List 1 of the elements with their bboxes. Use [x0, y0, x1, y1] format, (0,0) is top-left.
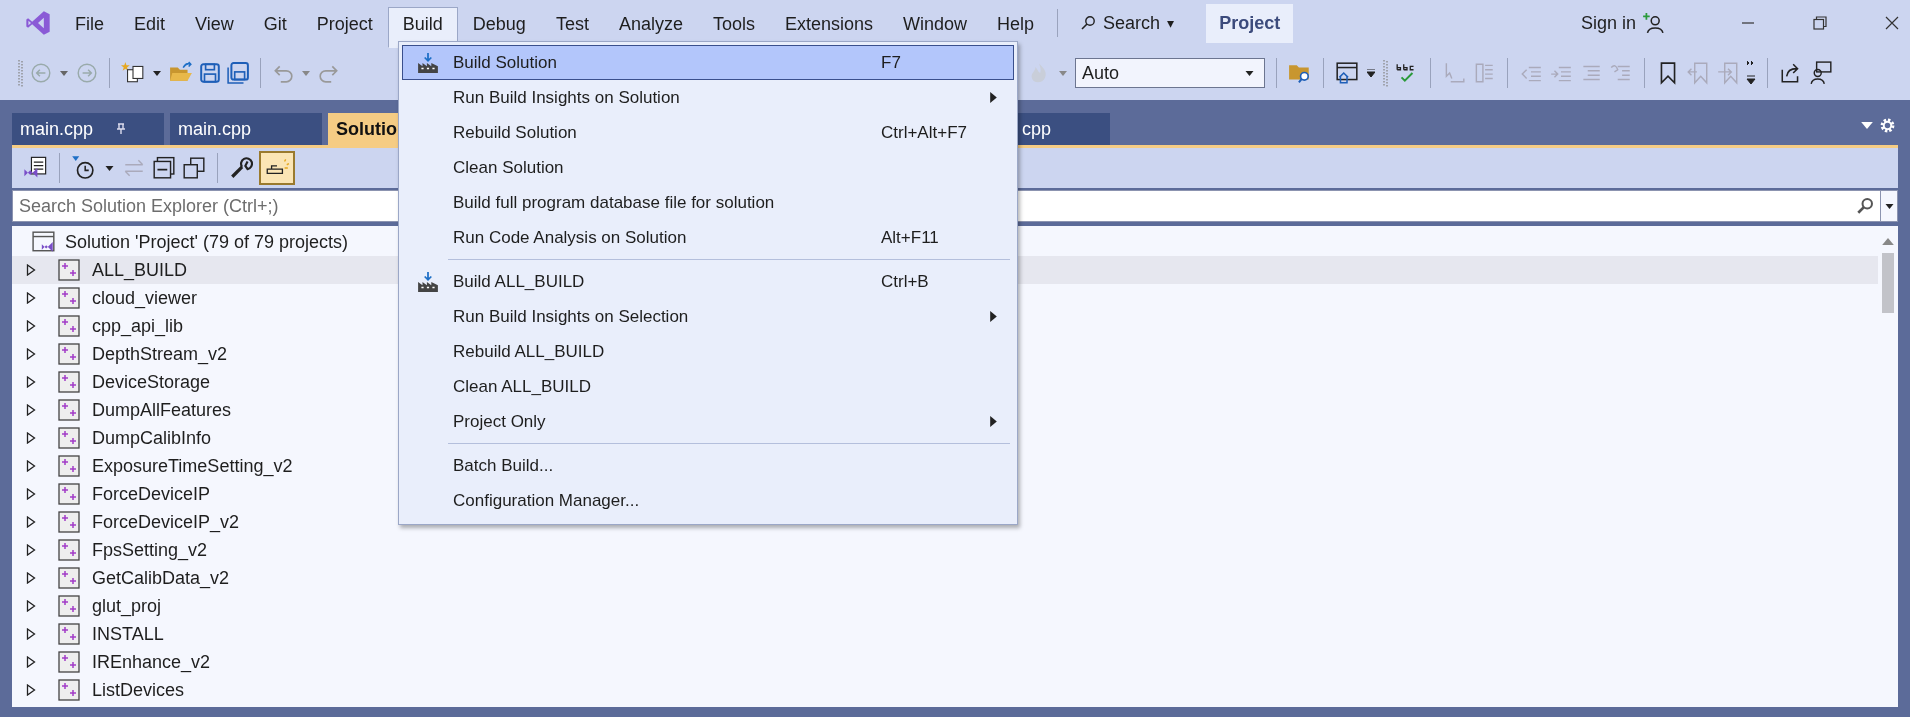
- solution-name-badge: Project: [1206, 3, 1294, 43]
